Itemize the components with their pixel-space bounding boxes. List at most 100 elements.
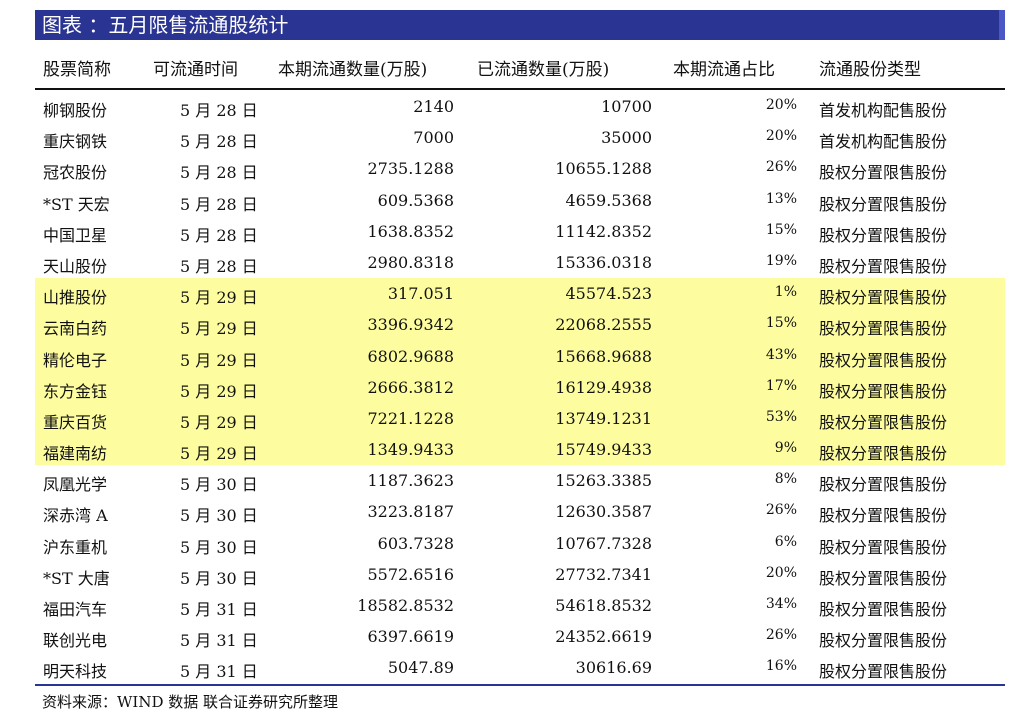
cell-type: 股权分置限售股份: [819, 163, 948, 183]
cell-circulated: 22068.2555: [555, 315, 652, 335]
cell-date: 5 月 31 日: [180, 631, 258, 651]
cell-name: 山推股份: [43, 288, 108, 308]
cell-type: 股权分置限售股份: [819, 350, 948, 370]
cell-circulated: 10767.7328: [555, 533, 652, 553]
cell-date: 5 月 30 日: [180, 475, 258, 495]
cell-name: *ST 大唐: [43, 568, 110, 588]
header-type: 流通股份类型: [819, 60, 921, 80]
cell-circulated: 27732.7341: [555, 564, 652, 584]
cell-type: 股权分置限售股份: [819, 631, 948, 651]
cell-type: 股权分置限售股份: [819, 444, 948, 464]
table-row: 冠农股份 5 月 28 日 2735.1288 10655.1288 26% 股权分置限售…: [35, 153, 1005, 184]
cell-current: 7221.1228: [367, 408, 454, 428]
cell-ratio: 9%: [774, 440, 797, 457]
cell-date: 5 月 29 日: [180, 412, 258, 432]
cell-date: 5 月 28 日: [180, 101, 258, 120]
table-row: 云南白药 5 月 29 日 3396.9342 22068.2555 15% 股权分置限售…: [35, 309, 1005, 341]
cell-name: 东方金钰: [43, 381, 108, 401]
cell-type: 股权分置限售股份: [819, 506, 948, 526]
cell-ratio: 20%: [765, 128, 797, 145]
cell-ratio: 20%: [765, 564, 797, 581]
cell-type: 股权分置限售股份: [819, 225, 948, 245]
cell-type: 股权分置限售股份: [819, 537, 948, 557]
cell-current: 2735.1288: [367, 159, 454, 179]
cell-name: 明天科技: [43, 662, 108, 682]
table-row: 柳钢股份 5 月 28 日 2140 10700 20% 首发机构配售股份: [35, 91, 1005, 122]
table-body: 柳钢股份 5 月 28 日 2140 10700 20% 首发机构配售股份 重庆钢铁 5 月 …: [35, 91, 1005, 684]
cell-circulated: 10655.1288: [555, 159, 652, 179]
cell-name: 天山股份: [43, 256, 108, 276]
footer-rule: [35, 684, 1005, 686]
cell-ratio: 19%: [765, 252, 797, 269]
cell-date: 5 月 28 日: [180, 194, 258, 214]
cell-current: 5572.6516: [367, 564, 454, 584]
table-row: 东方金钰 5 月 29 日 2666.3812 16129.4938 17% 股权分置限售…: [35, 371, 1005, 403]
header-current: 本期流通数量(万股): [278, 60, 428, 80]
cell-name: 沪东重机: [43, 537, 108, 557]
table-row: 明天科技 5 月 31 日 5047.89 30616.69 16% 股权分置限售股份: [35, 652, 1005, 683]
cell-circulated: 16129.4938: [555, 377, 652, 397]
cell-date: 5 月 31 日: [180, 600, 258, 619]
cell-type: 首发机构配售股份: [819, 101, 948, 120]
cell-date: 5 月 30 日: [180, 568, 258, 588]
table-row: 凤凰光学 5 月 30 日 1187.3623 15263.3385 8% 股权分置限售股…: [35, 465, 1005, 496]
header-date: 可流通时间: [153, 60, 238, 80]
cell-ratio: 17%: [765, 377, 797, 394]
cell-current: 18582.8532: [357, 596, 454, 615]
cell-ratio: 16%: [765, 658, 797, 675]
table-title: 图表 ：五月限售流通股统计: [42, 13, 289, 37]
cell-current: 1187.3623: [367, 471, 454, 491]
cell-name: 重庆百货: [43, 412, 108, 432]
cell-date: 5 月 28 日: [180, 163, 258, 183]
cell-circulated: 10700: [601, 97, 652, 116]
cell-circulated: 35000: [601, 128, 652, 148]
cell-ratio: 8%: [774, 471, 797, 488]
cell-circulated: 11142.8352: [555, 221, 652, 241]
cell-type: 首发机构配售股份: [819, 132, 948, 152]
table-row: 天山股份 5 月 28 日 2980.8318 15336.0318 19% 股权分置限售…: [35, 247, 1005, 278]
cell-name: 福田汽车: [43, 600, 108, 619]
cell-circulated: 45574.523: [565, 284, 652, 304]
cell-type: 股权分置限售股份: [819, 662, 948, 682]
cell-type: 股权分置限售股份: [819, 568, 948, 588]
cell-circulated: 30616.69: [575, 658, 652, 678]
cell-circulated: 15749.9433: [555, 440, 652, 460]
table-header: 股票简称 可流通时间 本期流通数量(万股) 已流通数量(万股) 本期流通占比 流…: [35, 47, 1005, 87]
cell-date: 5 月 30 日: [180, 537, 258, 557]
table-row: 重庆钢铁 5 月 28 日 7000 35000 20% 首发机构配售股份: [35, 122, 1005, 153]
cell-date: 5 月 29 日: [180, 350, 258, 370]
cell-current: 2666.3812: [367, 377, 454, 397]
cell-ratio: 15%: [765, 315, 797, 332]
cell-type: 股权分置限售股份: [819, 475, 948, 495]
cell-type: 股权分置限售股份: [819, 381, 948, 401]
cell-ratio: 43%: [765, 346, 797, 363]
cell-current: 1638.8352: [367, 221, 454, 241]
cell-ratio: 6%: [774, 533, 797, 550]
header-ratio: 本期流通占比: [673, 60, 775, 80]
cell-date: 5 月 28 日: [180, 132, 258, 152]
source-note: 资料来源：WIND 数据 联合证券研究所整理: [42, 693, 339, 711]
cell-current: 3223.8187: [367, 502, 454, 522]
title-bar-accent: [999, 10, 1005, 40]
table-row: *ST 大唐 5 月 30 日 5572.6516 27732.7341 20% 股权分置…: [35, 559, 1005, 590]
cell-name: 云南白药: [43, 319, 108, 339]
cell-name: 凤凰光学: [43, 475, 108, 495]
cell-name: 深赤湾 A: [43, 506, 108, 526]
cell-current: 603.7328: [377, 533, 454, 553]
cell-current: 609.5368: [377, 190, 454, 210]
table-row: 联创光电 5 月 31 日 6397.6619 24352.6619 26% 股权分置限售…: [35, 621, 1005, 652]
cell-ratio: 13%: [765, 190, 797, 207]
cell-current: 317.051: [387, 284, 454, 304]
cell-type: 股权分置限售股份: [819, 412, 948, 432]
cell-date: 5 月 29 日: [180, 319, 258, 339]
table-title-bar: 图表 ：五月限售流通股统计: [35, 10, 1005, 40]
cell-date: 5 月 30 日: [180, 506, 258, 526]
header-circulated: 已流通数量(万股): [477, 60, 610, 80]
table-row: 重庆百货 5 月 29 日 7221.1228 13749.1231 53% 股权分置限售…: [35, 402, 1005, 435]
cell-date: 5 月 29 日: [180, 381, 258, 401]
cell-name: 冠农股份: [43, 163, 108, 183]
table-row: 福建南纺 5 月 29 日 1349.9433 15749.9433 9% 股权分置限售股…: [35, 434, 1005, 466]
cell-ratio: 53%: [765, 408, 797, 425]
table-row: *ST 天宏 5 月 28 日 609.5368 4659.5368 13% 股权分置限售…: [35, 185, 1005, 216]
header-rule: [35, 88, 1005, 90]
